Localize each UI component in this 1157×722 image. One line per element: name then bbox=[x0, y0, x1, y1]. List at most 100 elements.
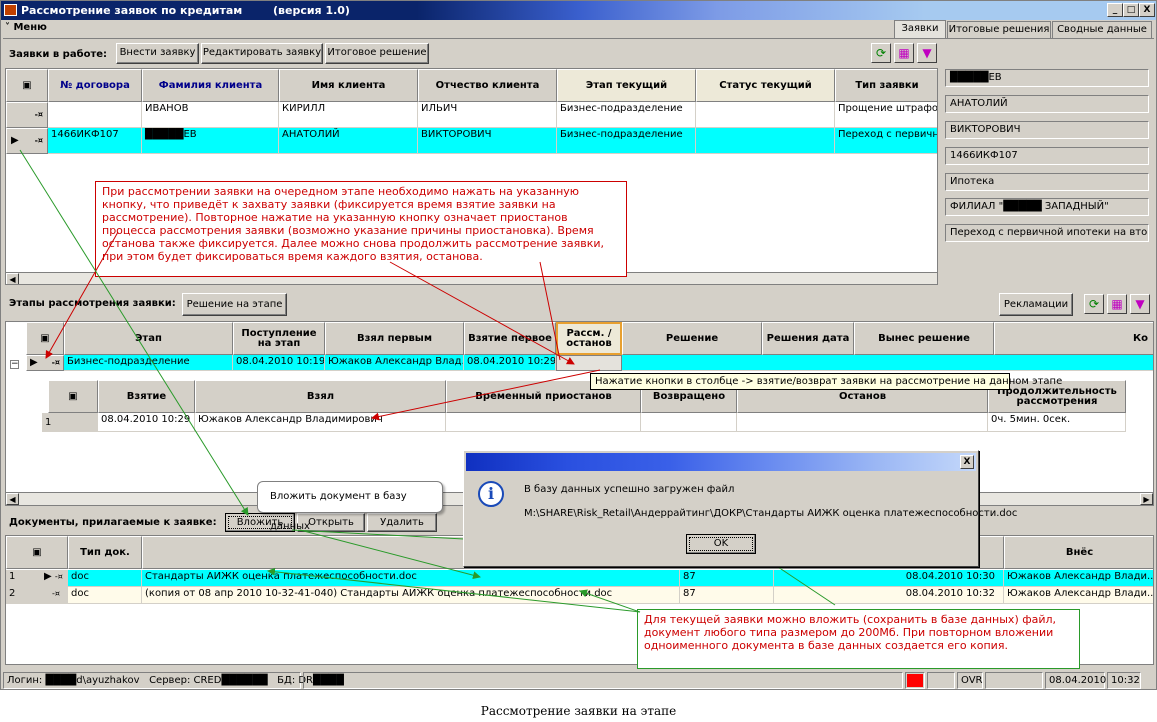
row-selector-icon[interactable]: ▶ -¤ bbox=[6, 128, 48, 154]
cell[interactable]: Южаков Александр Влади... bbox=[1004, 570, 1153, 587]
review-stop-button[interactable] bbox=[556, 355, 622, 371]
info-icon: i bbox=[478, 481, 504, 507]
cell[interactable]: doc bbox=[68, 570, 142, 587]
grid-corner-icon[interactable]: ▣ bbox=[26, 322, 64, 355]
col-doc-type[interactable]: Тип док. bbox=[68, 536, 142, 569]
refresh-icon[interactable]: ⟳ bbox=[1084, 294, 1104, 314]
col-current-status[interactable]: Статус текущий bbox=[696, 69, 835, 102]
cell[interactable]: (копия от 08 апр 2010 10-32-41-040) Стан… bbox=[142, 587, 680, 604]
cell[interactable] bbox=[696, 128, 835, 154]
scroll-right-icon[interactable]: ▶ bbox=[1140, 493, 1153, 505]
cell[interactable] bbox=[641, 413, 737, 432]
row-number[interactable]: 1 ▶ -¤ bbox=[6, 570, 68, 587]
cell[interactable]: █████ЕВ bbox=[142, 128, 279, 154]
col-decided-by[interactable]: Вынес решение bbox=[854, 322, 994, 355]
cell[interactable]: 08.04.2010 10:30 bbox=[774, 570, 1004, 587]
tab-final-decisions[interactable]: Итоговые решения bbox=[947, 21, 1051, 38]
figure-caption: Рассмотрение заявки на этапе bbox=[480, 704, 677, 718]
filter-icon[interactable]: ▦ bbox=[1107, 294, 1127, 314]
col-decision[interactable]: Решение bbox=[622, 322, 762, 355]
stages-label: Этапы рассмотрения заявки: bbox=[9, 298, 176, 309]
col-take[interactable]: Взятие bbox=[98, 380, 195, 413]
delete-button[interactable]: Удалить bbox=[367, 513, 437, 532]
cell[interactable] bbox=[696, 102, 835, 128]
cell[interactable] bbox=[48, 102, 142, 128]
status-time: 10:32 bbox=[1107, 672, 1141, 689]
filter-clear-icon[interactable]: ▼ bbox=[1130, 294, 1150, 314]
menu[interactable]: ˅ Меню bbox=[5, 22, 47, 33]
cell[interactable]: Бизнес-подразделение bbox=[64, 355, 233, 371]
cell[interactable]: 08.04.2010 10:19 bbox=[233, 355, 325, 371]
row-selector-icon[interactable]: ▶ -¤ bbox=[26, 355, 64, 371]
cell[interactable]: 08.04.2010 10:29 bbox=[464, 355, 556, 371]
cell[interactable]: 08.04.2010 10:29 bbox=[98, 413, 195, 432]
scroll-left-icon[interactable]: ◀ bbox=[6, 273, 19, 284]
col-application-type[interactable]: Тип заявки bbox=[835, 69, 937, 102]
tab-summary[interactable]: Сводные данные bbox=[1052, 21, 1152, 38]
col-stage[interactable]: Этап bbox=[64, 322, 233, 355]
row-number[interactable]: 1 bbox=[42, 413, 98, 432]
cell[interactable]: doc bbox=[68, 587, 142, 604]
cell[interactable]: ИВАНОВ bbox=[142, 102, 279, 128]
collapse-icon[interactable]: − bbox=[10, 360, 19, 369]
maximize-button[interactable]: □ bbox=[1123, 3, 1139, 17]
cell[interactable]: Южаков Александр Владимирович bbox=[195, 413, 446, 432]
cell[interactable]: Южаков Александр Влад... bbox=[325, 355, 464, 371]
cell[interactable]: 08.04.2010 10:32 bbox=[774, 587, 1004, 604]
col-client-patronymic[interactable]: Отчество клиента bbox=[418, 69, 557, 102]
side-field-product: Ипотека bbox=[945, 173, 1149, 191]
col-decision-date[interactable]: Решения дата bbox=[762, 322, 854, 355]
col-arrival[interactable]: Поступление на этап bbox=[233, 322, 325, 355]
ok-button[interactable]: OK bbox=[686, 534, 756, 554]
row-number[interactable]: 2 -¤ bbox=[6, 587, 68, 604]
col-client-name[interactable]: Имя клиента bbox=[279, 69, 418, 102]
col-review-stop[interactable]: Рассм. /останов bbox=[556, 322, 622, 355]
cell[interactable] bbox=[622, 355, 1153, 371]
add-application-button[interactable]: Внести заявку bbox=[116, 43, 199, 64]
col-current-stage[interactable]: Этап текущий bbox=[557, 69, 696, 102]
cell[interactable]: Прощение штрафов bbox=[835, 102, 937, 128]
minimize-button[interactable]: _ bbox=[1107, 3, 1123, 17]
col-author[interactable]: Внёс bbox=[1004, 536, 1153, 569]
cell[interactable]: Стандарты АИЖК оценка платежеспособности… bbox=[142, 570, 680, 587]
stage-decision-button[interactable]: Решение на этапе bbox=[182, 293, 287, 316]
col-first-take[interactable]: Взятие первое bbox=[464, 322, 556, 355]
dialog-close-button[interactable]: X bbox=[960, 455, 974, 469]
dialog-title-bar[interactable]: X bbox=[466, 453, 976, 471]
tab-zayavki[interactable]: Заявки bbox=[894, 20, 946, 38]
cell[interactable] bbox=[446, 413, 641, 432]
cell[interactable]: Южаков Александр Влади... bbox=[1004, 587, 1153, 604]
scroll-left-icon[interactable]: ◀ bbox=[6, 493, 19, 505]
cell[interactable]: 0ч. 5мин. 0сек. bbox=[988, 413, 1126, 432]
status-date: 08.04.2010 bbox=[1045, 672, 1106, 689]
cell[interactable]: 87 bbox=[680, 587, 774, 604]
filter-icon[interactable]: ▦ bbox=[894, 43, 914, 63]
title-bar[interactable]: Рассмотрение заявок по кредитам (версия … bbox=[1, 1, 1156, 20]
col-contract-number[interactable]: № договора bbox=[48, 69, 142, 102]
col-more[interactable]: Ко bbox=[994, 322, 1153, 355]
col-taken-first-by[interactable]: Взял первым bbox=[325, 322, 464, 355]
grid-corner-icon[interactable]: ▣ bbox=[6, 536, 68, 569]
refresh-icon[interactable]: ⟳ bbox=[871, 43, 891, 63]
cell[interactable]: 87 bbox=[680, 570, 774, 587]
cell[interactable]: ВИКТОРОВИЧ bbox=[418, 128, 557, 154]
cell[interactable]: 1466ИКФ107 bbox=[48, 128, 142, 154]
side-field-branch: ФИЛИАЛ "█████ ЗАПАДНЫЙ" bbox=[945, 198, 1149, 216]
cell[interactable]: Бизнес-подразделение bbox=[557, 128, 696, 154]
col-client-surname[interactable]: Фамилия клиента bbox=[142, 69, 279, 102]
filter-clear-icon[interactable]: ▼ bbox=[917, 43, 937, 63]
cell[interactable]: ИЛЬИЧ bbox=[418, 102, 557, 128]
close-button[interactable]: X bbox=[1139, 3, 1155, 17]
final-decision-button[interactable]: Итоговое решение bbox=[325, 43, 429, 64]
col-taken-by[interactable]: Взял bbox=[195, 380, 446, 413]
cell[interactable]: Переход с первичн bbox=[835, 128, 937, 154]
cell[interactable]: АНАТОЛИЙ bbox=[279, 128, 418, 154]
cell[interactable] bbox=[737, 413, 988, 432]
cell[interactable]: КИРИЛЛ bbox=[279, 102, 418, 128]
cell[interactable]: Бизнес-подразделение bbox=[557, 102, 696, 128]
edit-application-button[interactable]: Редактировать заявку bbox=[201, 43, 323, 64]
grid-corner-icon[interactable]: ▣ bbox=[6, 69, 48, 102]
grid-corner-icon[interactable]: ▣ bbox=[48, 380, 98, 413]
row-pin-icon[interactable]: -¤ bbox=[6, 102, 48, 128]
claims-button[interactable]: Рекламации bbox=[999, 293, 1073, 316]
